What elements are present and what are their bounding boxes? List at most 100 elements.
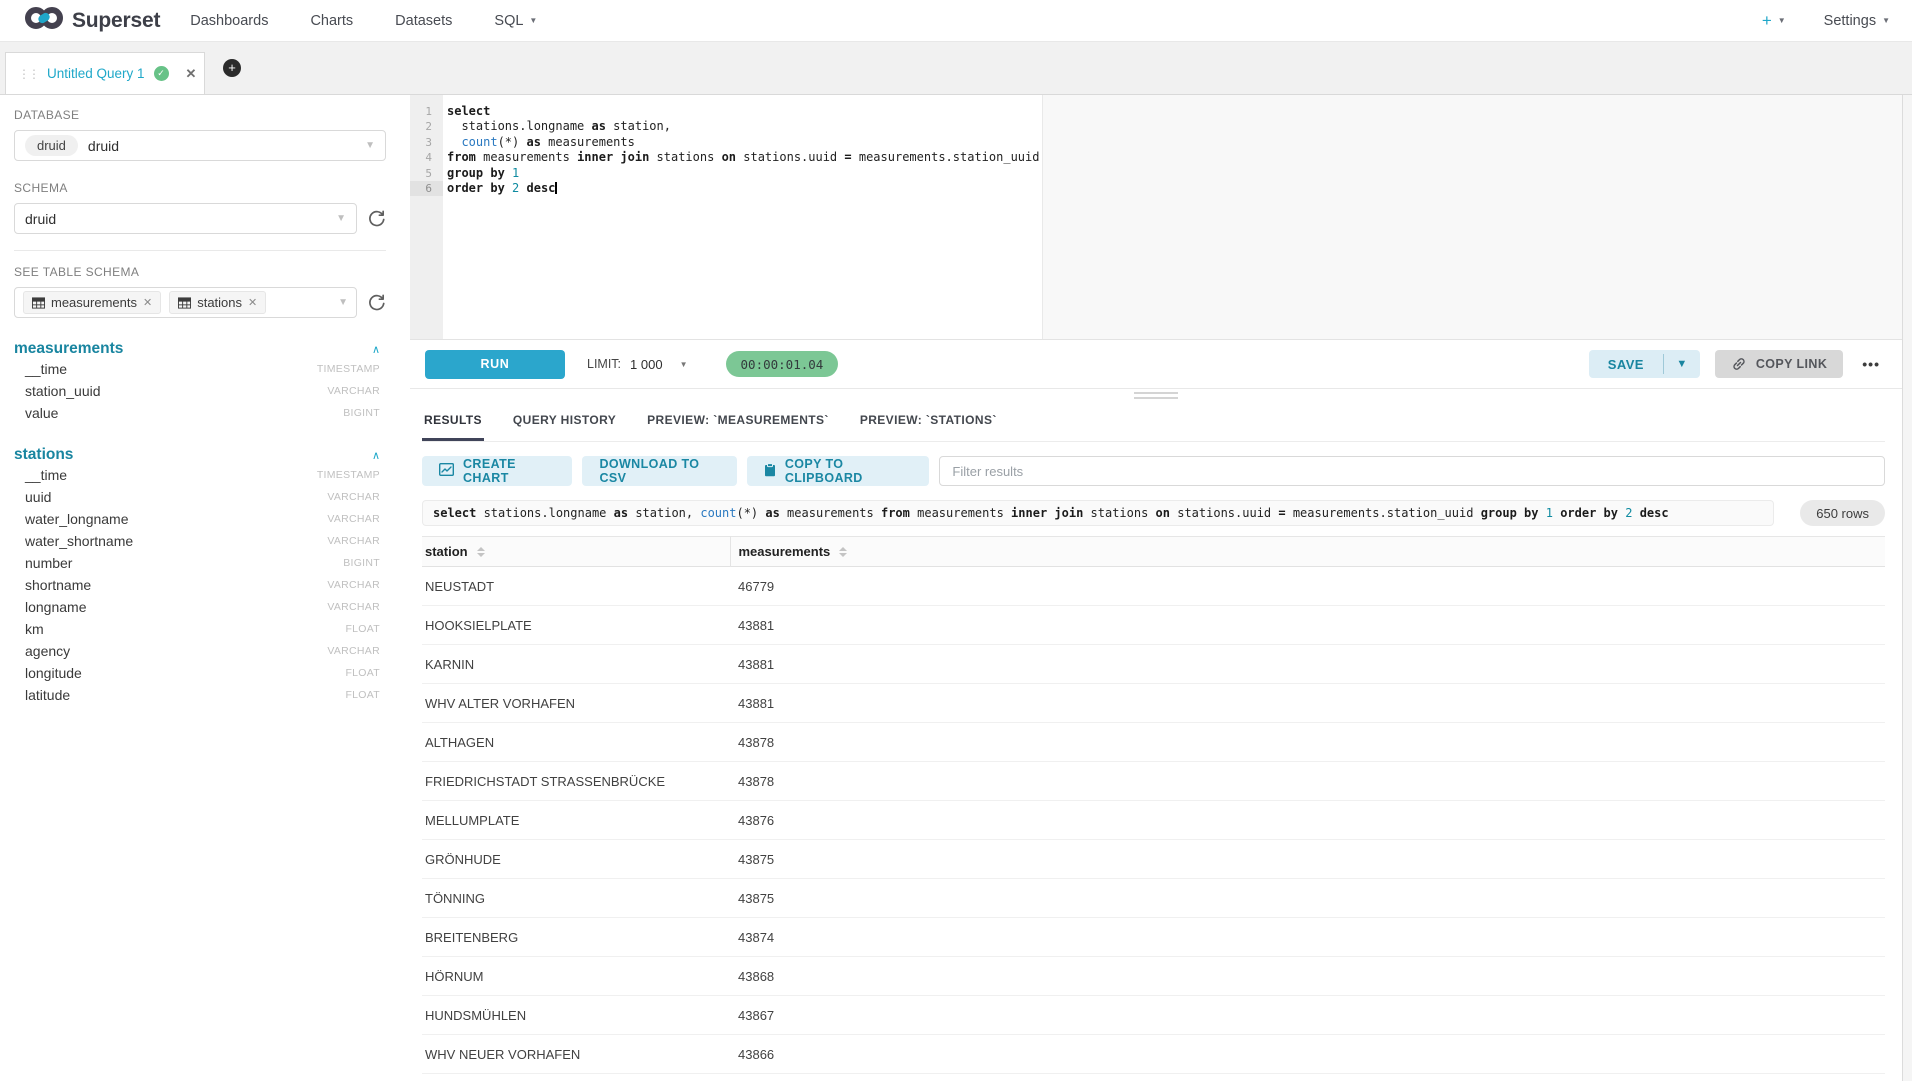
sql-token: (*) — [736, 506, 765, 520]
table-icon — [32, 297, 45, 309]
sql-token: stations — [1083, 506, 1155, 520]
table-row: MELLUMPLATE43876 — [422, 801, 1885, 840]
nav-item-charts[interactable]: Charts — [310, 13, 353, 29]
settings-menu[interactable]: Settings ▼ — [1824, 13, 1890, 29]
schema-column-row: longitudeFLOAT — [14, 662, 386, 684]
column-name: agency — [25, 643, 70, 659]
limit-dropdown[interactable]: LIMIT: 1 000 ▼ — [587, 357, 688, 372]
schema-table-header[interactable]: measurements∧ — [14, 340, 386, 358]
collapse-chevron-icon[interactable]: ∧ — [372, 449, 380, 462]
schema-column-row: __timeTIMESTAMP — [14, 464, 386, 486]
sql-token: stations.longname — [447, 119, 592, 133]
results-pane: RESULTS QUERY HISTORY PREVIEW: `MEASUREMEN… — [410, 403, 1902, 1074]
cell-measurements: 43881 — [730, 645, 1885, 684]
column-name: number — [25, 555, 72, 571]
table-select[interactable]: measurements ✕ stations ✕ ▼ — [14, 287, 357, 318]
column-type: VARCHAR — [327, 645, 380, 657]
column-type: TIMESTAMP — [317, 469, 380, 481]
tab-untitled-query-1[interactable]: ⋮⋮ Untitled Query 1 ✓ ✕ — [5, 52, 205, 94]
action-button-create-chart[interactable]: CREATE CHART — [422, 456, 572, 486]
refresh-icon[interactable] — [367, 209, 386, 228]
refresh-icon[interactable] — [367, 293, 386, 312]
schema-table-header[interactable]: stations ∧ — [14, 446, 386, 464]
add-tab-button[interactable]: + — [223, 59, 241, 77]
drag-handle-icon[interactable]: ⋮⋮ — [18, 68, 38, 80]
sql-token: measurements — [910, 506, 1011, 520]
close-icon[interactable]: ✕ — [186, 66, 197, 82]
gutter-line-number: 5 — [410, 166, 443, 181]
column-name: water_shortname — [25, 533, 133, 549]
editor-gutter: 123456 — [410, 95, 443, 339]
copy-link-button[interactable]: COPY LINK — [1715, 350, 1843, 378]
cell-measurements: 43868 — [730, 957, 1885, 996]
editor-code[interactable]: select stations.longname as station, cou… — [447, 104, 1902, 196]
cell-measurements: 43866 — [730, 1035, 1885, 1074]
sql-token: 1 — [1546, 506, 1553, 520]
sort-icon[interactable] — [839, 547, 847, 557]
column-type: BIGINT — [343, 557, 380, 569]
sqllab-main: 123456 select stations.longname as stati… — [410, 95, 1902, 1081]
gutter-line-number: 6 — [410, 181, 443, 196]
column-header-measurements[interactable]: measurements — [730, 537, 1885, 567]
new-item-menu[interactable]: + ▼ — [1762, 12, 1786, 29]
add-tab-wrap: + — [223, 41, 241, 94]
resize-handle-icon[interactable] — [1134, 392, 1178, 402]
schema-table-stations: stations ∧ __timeTIMESTAMPuuidVARCHAR water… — [14, 446, 386, 706]
chevron-down-icon: ▼ — [1676, 358, 1687, 370]
table-icon — [178, 297, 191, 309]
sql-token: = — [1278, 506, 1285, 520]
sql-token: as — [614, 506, 628, 520]
scrollbar[interactable] — [1902, 95, 1912, 1081]
database-select[interactable]: druid druid ▼ — [14, 130, 386, 161]
schema-column-row: uuidVARCHAR — [14, 486, 386, 508]
sql-token — [1618, 506, 1625, 520]
save-dropdown-button[interactable]: ▼ — [1664, 350, 1700, 378]
run-button[interactable]: RUN — [425, 350, 565, 379]
sql-token: order by — [1560, 506, 1618, 520]
close-icon[interactable]: ✕ — [248, 296, 257, 309]
more-options-button[interactable]: ••• — [1862, 356, 1880, 372]
action-button-copy-to-clipboard[interactable]: COPY TO CLIPBOARD — [747, 456, 930, 486]
results-tabs: RESULTS QUERY HISTORY PREVIEW: `MEASUREMEN… — [422, 403, 1885, 442]
caret-down-icon: ▼ — [529, 16, 537, 25]
results-tab-0[interactable]: RESULTS — [422, 403, 484, 441]
sort-icon[interactable] — [477, 547, 485, 557]
sql-token: inner join — [1011, 506, 1083, 520]
sql-token: select — [447, 104, 490, 118]
caret-down-icon: ▼ — [680, 360, 688, 369]
schema-table-name: stations — [14, 446, 73, 464]
cell-measurements: 43875 — [730, 840, 1885, 879]
schema-column-row: station_uuidVARCHAR — [14, 380, 386, 402]
sql-editor[interactable]: 123456 select stations.longname as stati… — [410, 95, 1902, 339]
cell-measurements: 43875 — [730, 879, 1885, 918]
sql-token: as — [765, 506, 779, 520]
table-pill-stations[interactable]: stations ✕ — [169, 291, 266, 314]
column-header-station[interactable]: station — [422, 537, 730, 567]
results-tab-3[interactable]: PREVIEW: `STATIONS` — [858, 403, 999, 441]
limit-value: 1 000 — [630, 357, 663, 372]
code-line: order by 2 desc — [447, 181, 1902, 196]
sql-token: as — [592, 119, 606, 133]
nav-item-sql[interactable]: SQL ▼ — [494, 13, 537, 29]
sql-token: count — [700, 506, 736, 520]
action-button-download-to-csv[interactable]: DOWNLOAD TO CSV — [582, 456, 736, 486]
nav-item-datasets[interactable]: Datasets — [395, 13, 452, 29]
close-icon[interactable]: ✕ — [143, 296, 152, 309]
collapse-chevron-icon[interactable]: ∧ — [372, 343, 380, 356]
table-row: WHV ALTER VORHAFEN43881 — [422, 684, 1885, 723]
table-pill-measurements[interactable]: measurements ✕ — [23, 291, 161, 314]
executed-query-text: select stations.longname as station, cou… — [422, 500, 1774, 526]
save-button[interactable]: SAVE — [1589, 350, 1663, 378]
sql-token: desc — [1640, 506, 1669, 520]
results-table: station measurements NEUSTADT46779HOOKSI… — [422, 536, 1885, 1074]
schema-select[interactable]: druid ▼ — [14, 203, 357, 234]
chevron-down-icon: ▼ — [338, 297, 348, 308]
pane-resize-row — [410, 389, 1902, 401]
column-name: shortname — [25, 577, 91, 593]
results-tab-2[interactable]: PREVIEW: `MEASUREMENTS` — [645, 403, 831, 441]
cell-station: HOOKSIELPLATE — [422, 606, 730, 645]
results-tab-1[interactable]: QUERY HISTORY — [511, 403, 618, 441]
nav-item-dashboards[interactable]: Dashboards — [190, 13, 268, 29]
filter-results-input[interactable] — [939, 456, 1885, 486]
superset-brand[interactable]: Superset — [24, 5, 160, 36]
